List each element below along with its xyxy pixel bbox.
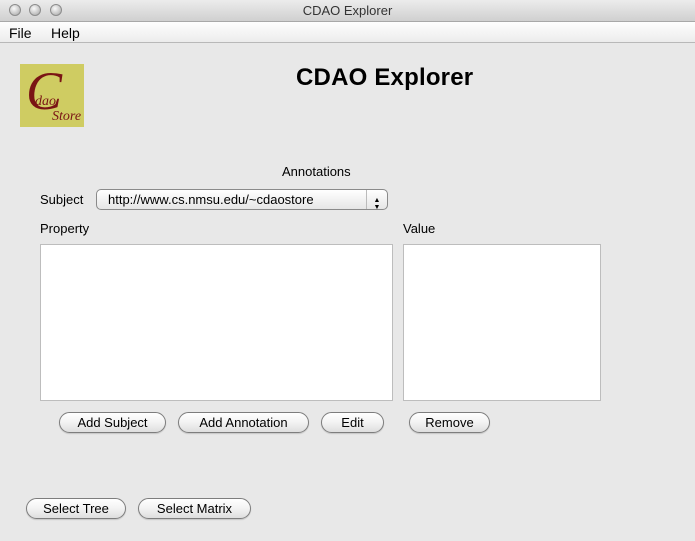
- annotations-heading: Annotations: [282, 164, 351, 179]
- select-tree-button[interactable]: Select Tree: [26, 498, 126, 519]
- select-arrows-icon: ▲ ▼: [366, 190, 387, 211]
- page-title: CDAO Explorer: [296, 64, 474, 91]
- window-titlebar: CDAO Explorer: [0, 0, 695, 22]
- subject-select-value: http://www.cs.nmsu.edu/~cdaostore: [108, 192, 314, 207]
- logo-text-store: Store: [52, 109, 82, 124]
- cdao-store-logo: C dao Store: [20, 64, 84, 127]
- add-annotation-button[interactable]: Add Annotation: [178, 412, 309, 433]
- remove-button[interactable]: Remove: [409, 412, 490, 433]
- menu-help[interactable]: Help: [51, 25, 80, 41]
- edit-button[interactable]: Edit: [321, 412, 384, 433]
- subject-label: Subject: [40, 192, 84, 207]
- subject-select[interactable]: http://www.cs.nmsu.edu/~cdaostore ▲ ▼: [96, 189, 388, 211]
- logo-text-dao: dao: [35, 94, 56, 109]
- select-matrix-button[interactable]: Select Matrix: [138, 498, 251, 519]
- property-label: Property: [40, 221, 90, 236]
- property-list[interactable]: [40, 244, 393, 401]
- window-title: CDAO Explorer: [302, 3, 393, 18]
- value-list[interactable]: [403, 244, 601, 401]
- add-subject-button[interactable]: Add Subject: [59, 412, 166, 433]
- menu-bar: File Help: [0, 22, 695, 43]
- menu-file[interactable]: File: [9, 25, 32, 41]
- value-label: Value: [403, 221, 436, 236]
